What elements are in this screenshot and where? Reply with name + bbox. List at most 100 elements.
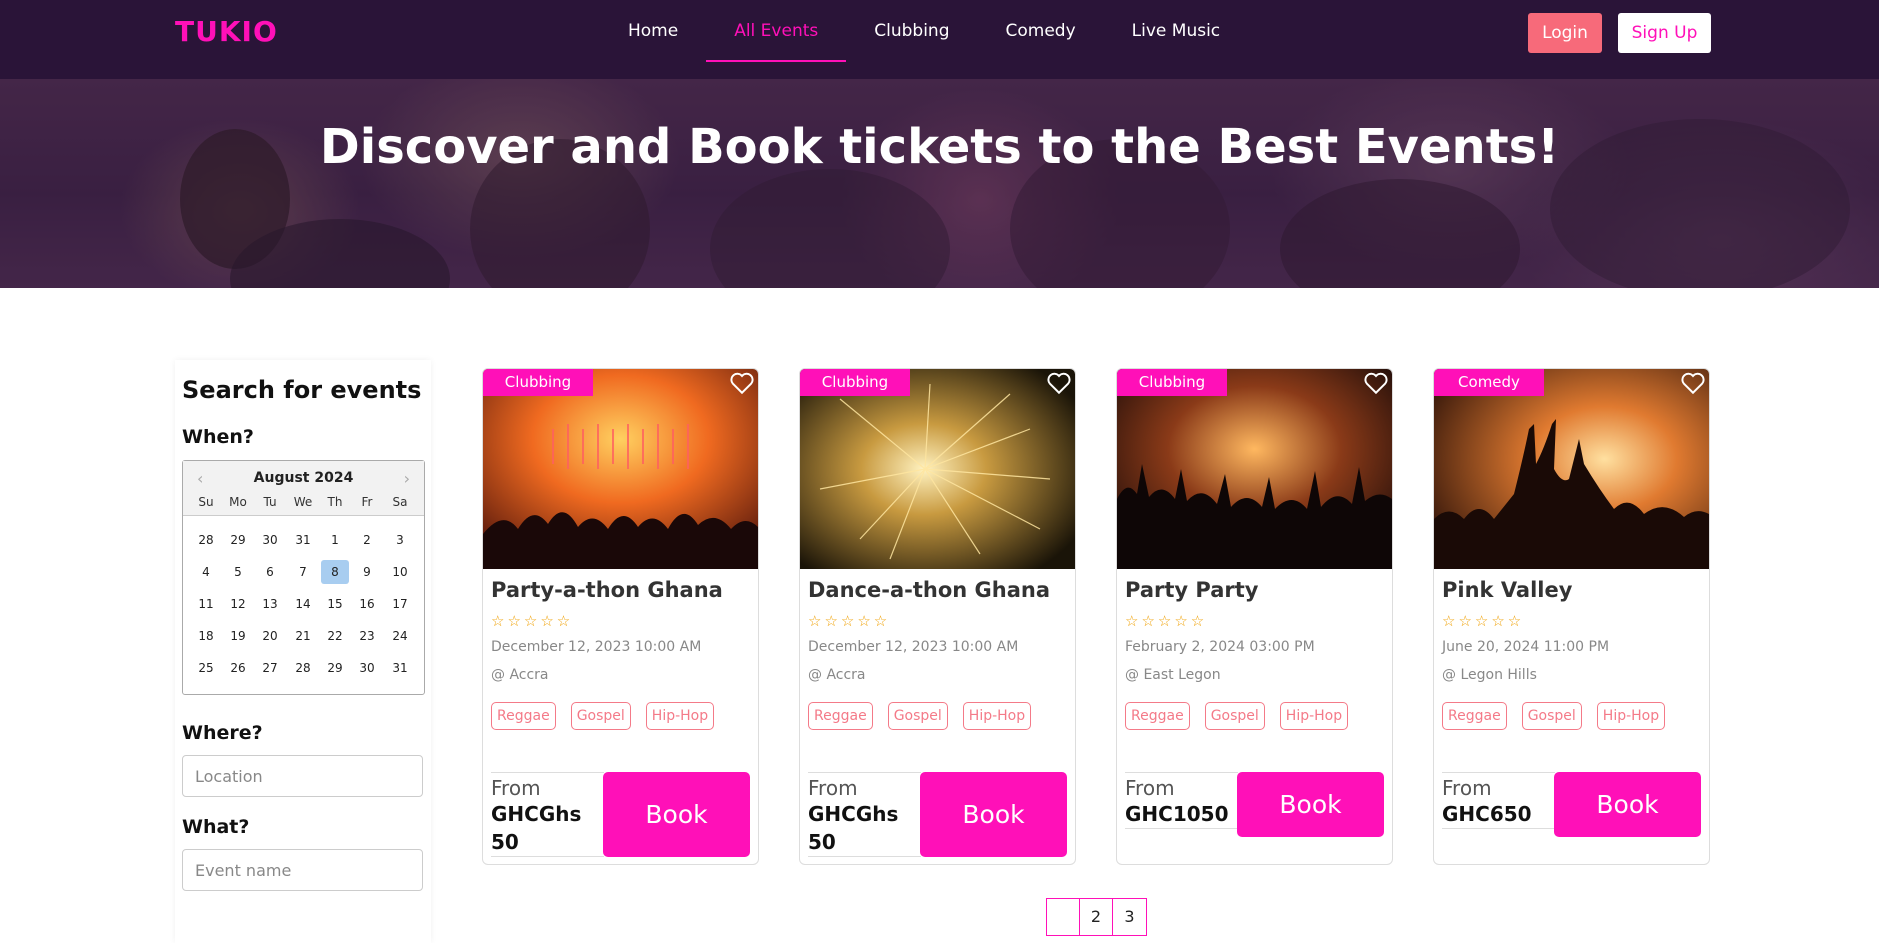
calendar-day[interactable]: 30 (256, 528, 284, 552)
genre-tag[interactable]: Reggae (808, 702, 873, 730)
genre-tag[interactable]: Reggae (491, 702, 556, 730)
genre-tag[interactable]: Hip-Hop (962, 702, 1032, 730)
calendar-month: August 2024 (253, 470, 354, 486)
price-value: GHCGhs 50 (491, 802, 582, 854)
calendar-day[interactable]: 14 (289, 592, 317, 616)
calendar-day[interactable]: 4 (192, 560, 220, 584)
location-input[interactable] (182, 755, 423, 797)
price-value: GHCGhs 50 (808, 802, 899, 854)
calendar-day[interactable]: 13 (256, 592, 284, 616)
calendar-day[interactable]: 24 (386, 624, 414, 648)
genre-tag[interactable]: Gospel (1521, 702, 1582, 730)
nav-links: Home All Events Clubbing Comedy Live Mus… (600, 0, 1248, 79)
signup-button[interactable]: Sign Up (1618, 13, 1711, 53)
genre-tag[interactable]: Hip-Hop (1279, 702, 1349, 730)
calendar-day[interactable]: 10 (386, 560, 414, 584)
genre-tag[interactable]: Gospel (1204, 702, 1265, 730)
calendar-day[interactable]: 27 (256, 656, 284, 680)
book-button[interactable]: Book (1554, 772, 1701, 837)
event-title[interactable]: Party Party (1125, 578, 1258, 602)
event-date: February 2, 2024 03:00 PM (1125, 639, 1315, 655)
nav-comedy[interactable]: Comedy (978, 0, 1104, 62)
book-button[interactable]: Book (1237, 772, 1384, 837)
calendar-day[interactable]: 12 (224, 592, 252, 616)
calendar-header: ‹ August 2024 › Su Mo Tu We Th Fr Sa (183, 461, 424, 516)
event-title[interactable]: Dance-a-thon Ghana (808, 578, 1050, 602)
category-badge: Clubbing (483, 369, 593, 396)
calendar-day[interactable]: 7 (289, 560, 317, 584)
calendar-day[interactable]: 3 (386, 528, 414, 552)
genre-tag[interactable]: Gospel (570, 702, 631, 730)
price-from-label: From (1442, 776, 1492, 800)
calendar-day[interactable]: 31 (386, 656, 414, 680)
hero-crowd-image (0, 79, 1879, 288)
pagination: 2 3 (1046, 898, 1147, 936)
calendar-day[interactable]: 16 (353, 592, 381, 616)
calendar-day[interactable]: 26 (224, 656, 252, 680)
calendar-day[interactable]: 11 (192, 592, 220, 616)
calendar-day[interactable]: 28 (192, 528, 220, 552)
sidebar-title: Search for events (182, 376, 422, 404)
genre-tag[interactable]: Reggae (1125, 702, 1190, 730)
calendar-day[interactable]: 30 (353, 656, 381, 680)
login-button[interactable]: Login (1528, 13, 1602, 53)
event-image (1434, 369, 1709, 569)
star-rating[interactable]: ☆☆☆☆☆ (808, 612, 890, 630)
genre-tag[interactable]: Hip-Hop (1596, 702, 1666, 730)
nav-home[interactable]: Home (600, 0, 706, 62)
calendar-day[interactable]: 17 (386, 592, 414, 616)
page-button-1[interactable] (1047, 899, 1080, 935)
calendar-day[interactable]: 18 (192, 624, 220, 648)
event-date: June 20, 2024 11:00 PM (1442, 639, 1610, 655)
event-name-input[interactable] (182, 849, 423, 891)
logo[interactable]: TUKIO (175, 15, 278, 48)
genre-tag[interactable]: Reggae (1442, 702, 1507, 730)
calendar-day[interactable]: 31 (289, 528, 317, 552)
calendar-day[interactable]: 8 (321, 560, 349, 584)
heart-icon[interactable] (1680, 370, 1706, 396)
event-card[interactable]: Clubbing Party Party ☆☆☆☆☆ February 2, 2… (1116, 368, 1393, 865)
calendar-day[interactable]: 22 (321, 624, 349, 648)
nav-all-events[interactable]: All Events (706, 0, 847, 62)
heart-icon[interactable] (729, 370, 755, 396)
genre-tags: Reggae Gospel Hip-Hop (1442, 702, 1680, 730)
star-rating[interactable]: ☆☆☆☆☆ (491, 612, 573, 630)
calendar-day[interactable]: 1 (321, 528, 349, 552)
star-rating[interactable]: ☆☆☆☆☆ (1125, 612, 1207, 630)
page-button-3[interactable]: 3 (1113, 899, 1146, 935)
heart-icon[interactable] (1046, 370, 1072, 396)
event-title[interactable]: Party-a-thon Ghana (491, 578, 723, 602)
event-card[interactable]: Comedy Pink Valley ☆☆☆☆☆ June 20, 2024 1… (1433, 368, 1710, 865)
where-label: Where? (182, 722, 263, 744)
calendar-day[interactable]: 29 (224, 528, 252, 552)
date-picker[interactable]: ‹ August 2024 › Su Mo Tu We Th Fr Sa 28 2… (182, 460, 425, 695)
book-button[interactable]: Book (603, 772, 750, 857)
book-button[interactable]: Book (920, 772, 1067, 857)
hero-title: Discover and Book tickets to the Best Ev… (319, 119, 1560, 175)
page-button-2[interactable]: 2 (1080, 899, 1113, 935)
star-rating[interactable]: ☆☆☆☆☆ (1442, 612, 1524, 630)
calendar-day[interactable]: 29 (321, 656, 349, 680)
price-from-label: From (1125, 776, 1175, 800)
calendar-day[interactable]: 28 (289, 656, 317, 680)
price-block: From GHCGhs 50 (491, 772, 604, 857)
genre-tag[interactable]: Hip-Hop (645, 702, 715, 730)
calendar-day[interactable]: 19 (224, 624, 252, 648)
calendar-day[interactable]: 15 (321, 592, 349, 616)
calendar-day[interactable]: 5 (224, 560, 252, 584)
chevron-right-icon[interactable]: › (404, 469, 410, 488)
nav-clubbing[interactable]: Clubbing (846, 0, 977, 62)
calendar-day[interactable]: 23 (353, 624, 381, 648)
calendar-day[interactable]: 20 (256, 624, 284, 648)
event-title[interactable]: Pink Valley (1442, 578, 1572, 602)
genre-tag[interactable]: Gospel (887, 702, 948, 730)
event-card[interactable]: Clubbing Dance-a-thon Ghana ☆☆☆☆☆ Decemb… (799, 368, 1076, 865)
event-card[interactable]: Clubbing Party-a-thon Ghana ☆☆☆☆☆ Decemb… (482, 368, 759, 865)
calendar-day[interactable]: 6 (256, 560, 284, 584)
calendar-day[interactable]: 9 (353, 560, 381, 584)
calendar-day[interactable]: 21 (289, 624, 317, 648)
calendar-day[interactable]: 25 (192, 656, 220, 680)
nav-live-music[interactable]: Live Music (1104, 0, 1249, 62)
calendar-day[interactable]: 2 (353, 528, 381, 552)
heart-icon[interactable] (1363, 370, 1389, 396)
